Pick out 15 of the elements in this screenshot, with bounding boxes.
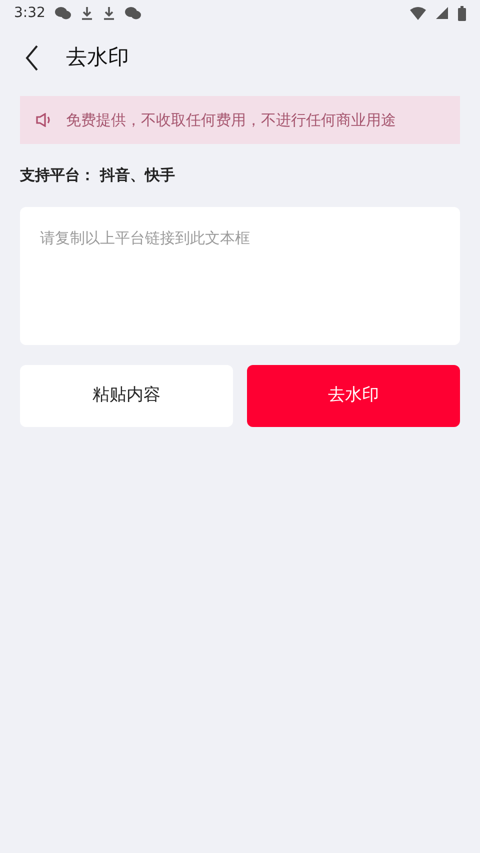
chat-icon bbox=[55, 6, 72, 20]
speaker-icon bbox=[36, 113, 52, 127]
download-icon bbox=[103, 6, 116, 20]
battery-icon bbox=[458, 6, 466, 20]
wifi-icon bbox=[410, 6, 426, 20]
link-input-field[interactable]: 请复制以上平台链接到此文本框 bbox=[20, 206, 460, 344]
remove-watermark-button[interactable]: 去水印 bbox=[247, 364, 460, 426]
signal-icon bbox=[436, 7, 448, 19]
paste-button[interactable]: 粘贴内容 bbox=[20, 364, 233, 426]
page-title: 去水印 bbox=[66, 44, 129, 72]
chat-icon bbox=[125, 6, 142, 20]
notice-text: 免费提供，不收取任何费用，不进行任何商业用途 bbox=[66, 110, 396, 131]
download-icon bbox=[81, 6, 94, 20]
status-time: 3:32 bbox=[14, 4, 46, 22]
supported-platforms: 支持平台： 抖音、快手 bbox=[20, 165, 176, 186]
